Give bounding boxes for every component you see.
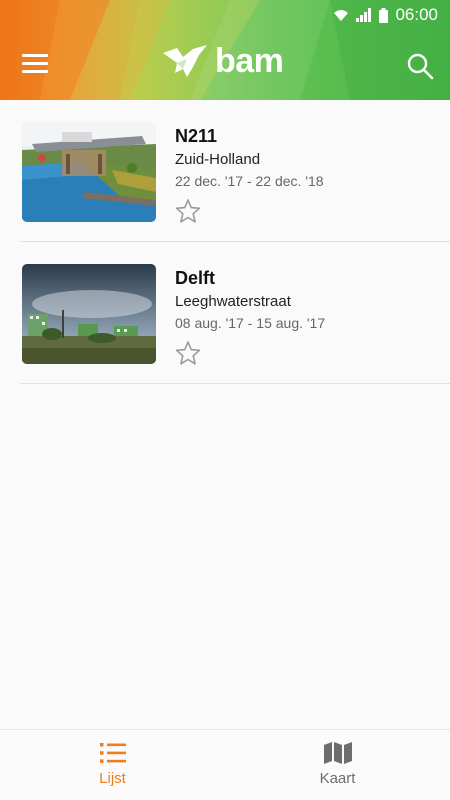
project-image: [22, 264, 156, 364]
list-item[interactable]: Delft Leeghwaterstraat 08 aug. '17 - 15 …: [0, 242, 450, 384]
menu-icon-bar: [22, 62, 48, 65]
search-icon[interactable]: [406, 52, 434, 80]
tab-kaart[interactable]: Kaart: [225, 730, 450, 800]
status-bar: 06:00: [0, 0, 450, 30]
project-title: Delft: [175, 268, 215, 288]
menu-icon-bar: [22, 70, 48, 73]
project-thumbnail: [22, 122, 156, 222]
project-title: N211: [175, 126, 218, 146]
logo-text: bam: [215, 42, 284, 80]
project-location: Leeghwaterstraat: [175, 293, 291, 310]
tab-label: Lijst: [99, 770, 126, 787]
bam-logo: bam: [163, 42, 284, 80]
tab-label: Kaart: [319, 770, 356, 787]
project-image: [22, 122, 156, 222]
project-location: Zuid-Holland: [175, 151, 261, 168]
map-icon: [323, 742, 352, 764]
bottom-navigation: Lijst Kaart: [0, 729, 450, 800]
signal-icon: [356, 8, 372, 22]
list-icon: [99, 743, 126, 763]
menu-button[interactable]: [22, 54, 48, 76]
status-time: 06:00: [395, 5, 438, 24]
project-dates: 22 dec. '17 - 22 dec. '18: [175, 173, 324, 189]
bam-logo-icon: [163, 45, 207, 77]
favorite-star-icon[interactable]: [175, 198, 201, 224]
list-item[interactable]: N211 Zuid-Holland 22 dec. '17 - 22 dec. …: [0, 100, 450, 242]
wifi-icon: [334, 10, 349, 21]
project-list: N211 Zuid-Holland 22 dec. '17 - 22 dec. …: [0, 100, 450, 384]
battery-icon: [379, 7, 389, 23]
divider: [20, 383, 450, 384]
project-thumbnail: [22, 264, 156, 364]
tab-lijst[interactable]: Lijst: [0, 730, 225, 800]
project-dates: 08 aug. '17 - 15 aug. '17: [175, 315, 326, 331]
favorite-star-icon[interactable]: [175, 340, 201, 366]
app-header: 06:00 bam: [0, 0, 450, 100]
menu-icon-bar: [22, 54, 48, 57]
